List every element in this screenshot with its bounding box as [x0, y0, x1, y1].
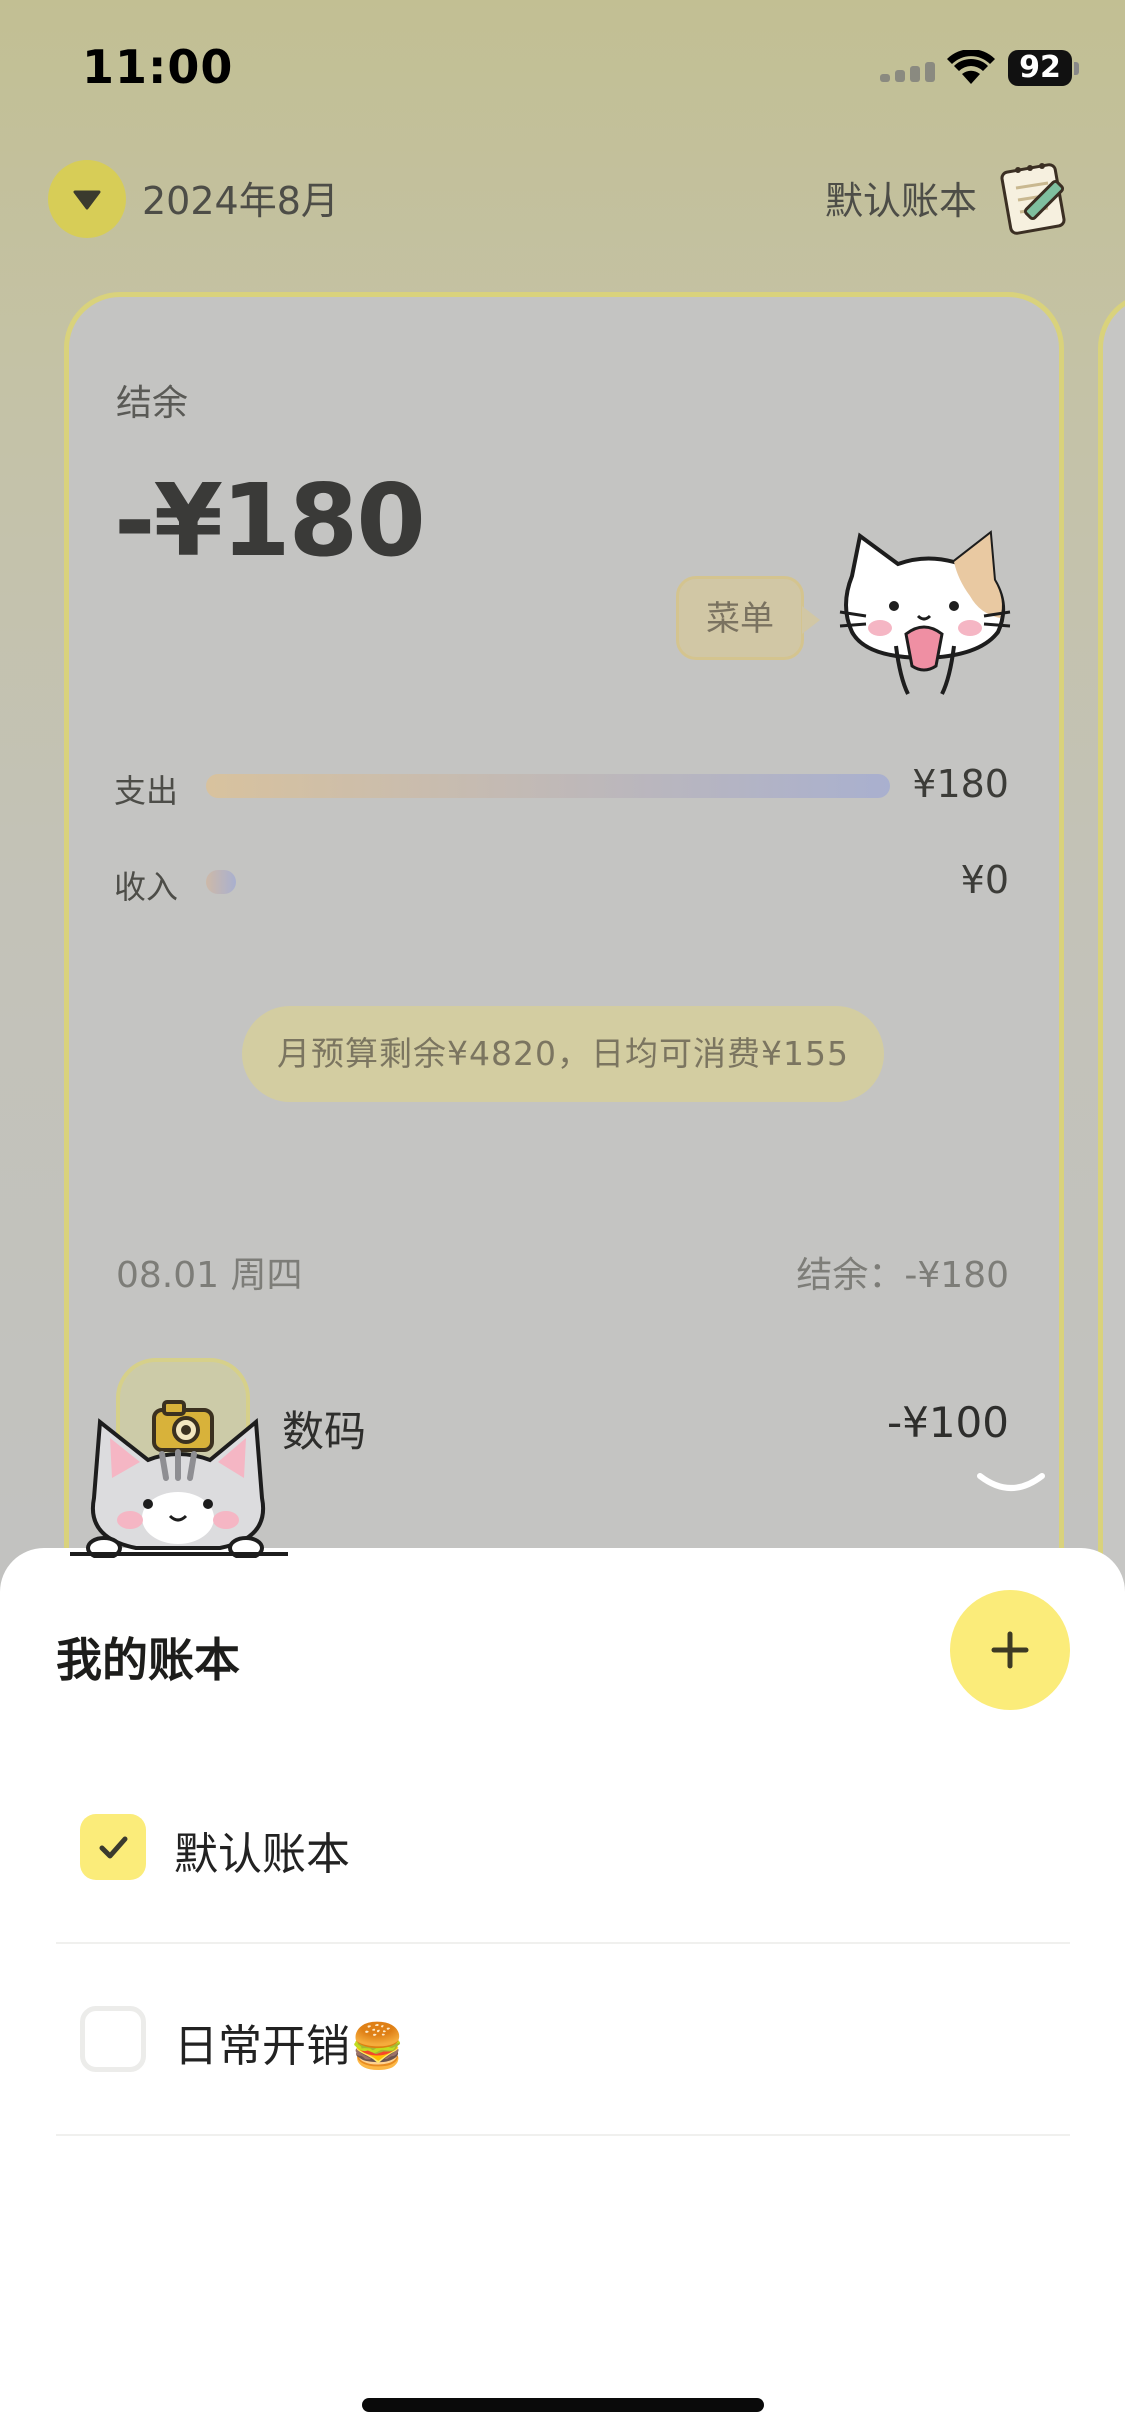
income-value: ¥0 — [960, 858, 1009, 902]
budget-summary-pill[interactable]: 月预算剩余¥4820，日均可消费¥155 — [242, 1006, 884, 1102]
month-picker-button[interactable] — [48, 160, 126, 238]
balance-value: -¥180 — [114, 462, 426, 579]
book-checkbox-checked[interactable] — [80, 1814, 146, 1880]
book-checkbox-unchecked[interactable] — [80, 2006, 146, 2072]
book-item-default[interactable]: 默认账本 — [56, 1750, 1070, 1944]
expense-progress-bar — [206, 774, 890, 798]
transaction-category[interactable]: 数码 — [282, 1398, 366, 1459]
menu-bubble-tail — [802, 606, 820, 634]
battery-indicator: 92 — [1008, 50, 1072, 86]
book-name: 日常开销🍔 — [174, 2021, 405, 2072]
wifi-icon — [947, 50, 995, 84]
sheet-title: 我的账本 — [56, 1633, 240, 1687]
transaction-amount[interactable]: -¥100 — [887, 1398, 1009, 1447]
cellular-signal-icon — [880, 60, 938, 82]
home-indicator[interactable] — [362, 2398, 764, 2412]
checkmark-icon — [99, 1836, 128, 1859]
book-name: 默认账本 — [174, 1829, 350, 1880]
expense-label: 支出 — [114, 772, 179, 810]
day-date: 08.01 周四 — [116, 1255, 303, 1296]
add-book-button[interactable] — [950, 1590, 1070, 1710]
next-card-peek[interactable] — [1098, 292, 1125, 1692]
caret-down-icon — [73, 190, 101, 210]
expense-value: ¥180 — [912, 762, 1009, 806]
income-progress-bar — [206, 870, 236, 894]
menu-bubble-button[interactable]: 菜单 — [676, 576, 804, 660]
balance-label: 结余 — [116, 383, 189, 424]
calico-cat-mascot[interactable] — [830, 528, 1020, 698]
month-label[interactable]: 2024年8月 — [142, 170, 339, 225]
notepad-icon[interactable] — [998, 158, 1076, 236]
battery-tip — [1074, 62, 1079, 75]
status-time: 11:00 — [82, 40, 234, 94]
income-label: 收入 — [114, 868, 179, 906]
current-book-label[interactable]: 默认账本 — [825, 170, 977, 225]
gray-cat-mascot — [70, 1418, 288, 1558]
book-item-daily[interactable]: 日常开销🍔 — [56, 1942, 1070, 2136]
day-balance: 结余：-¥180 — [796, 1255, 1009, 1296]
plus-icon — [991, 1631, 1029, 1669]
chevron-down-icon[interactable] — [976, 1470, 1046, 1498]
